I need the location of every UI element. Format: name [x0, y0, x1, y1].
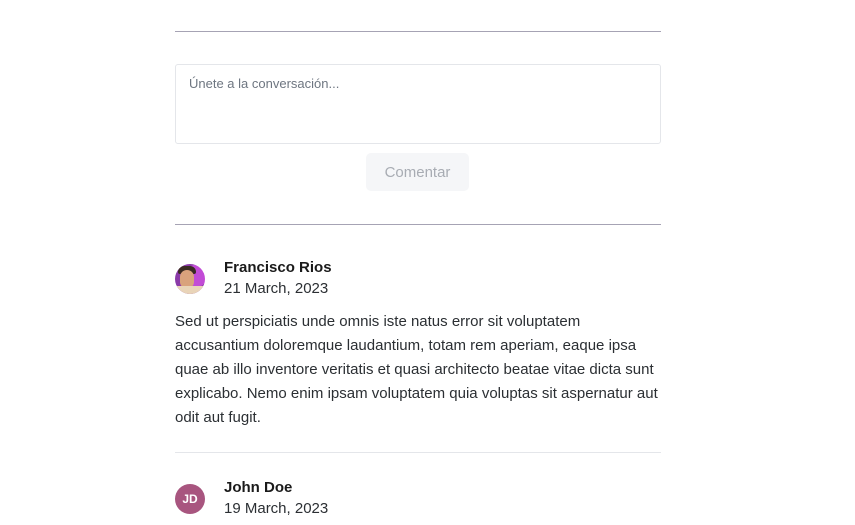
- comment-input[interactable]: Únete a la conversación...: [175, 64, 661, 144]
- top-divider: [175, 31, 661, 32]
- avatar: [175, 264, 205, 294]
- comment-date: 21 March, 2023: [224, 280, 329, 297]
- comment-divider: [175, 452, 661, 453]
- comment-input-placeholder: Únete a la conversación...: [189, 76, 340, 91]
- comment-author: John Doe: [224, 479, 293, 496]
- comment-date: 19 March, 2023: [224, 500, 329, 517]
- comment-submit-button[interactable]: Comentar: [366, 153, 469, 191]
- comment-author: Francisco Rios: [224, 259, 332, 276]
- section-divider: [175, 224, 661, 225]
- comment-text: Sed ut perspiciatis unde omnis iste natu…: [175, 313, 658, 426]
- avatar: JD: [175, 484, 205, 514]
